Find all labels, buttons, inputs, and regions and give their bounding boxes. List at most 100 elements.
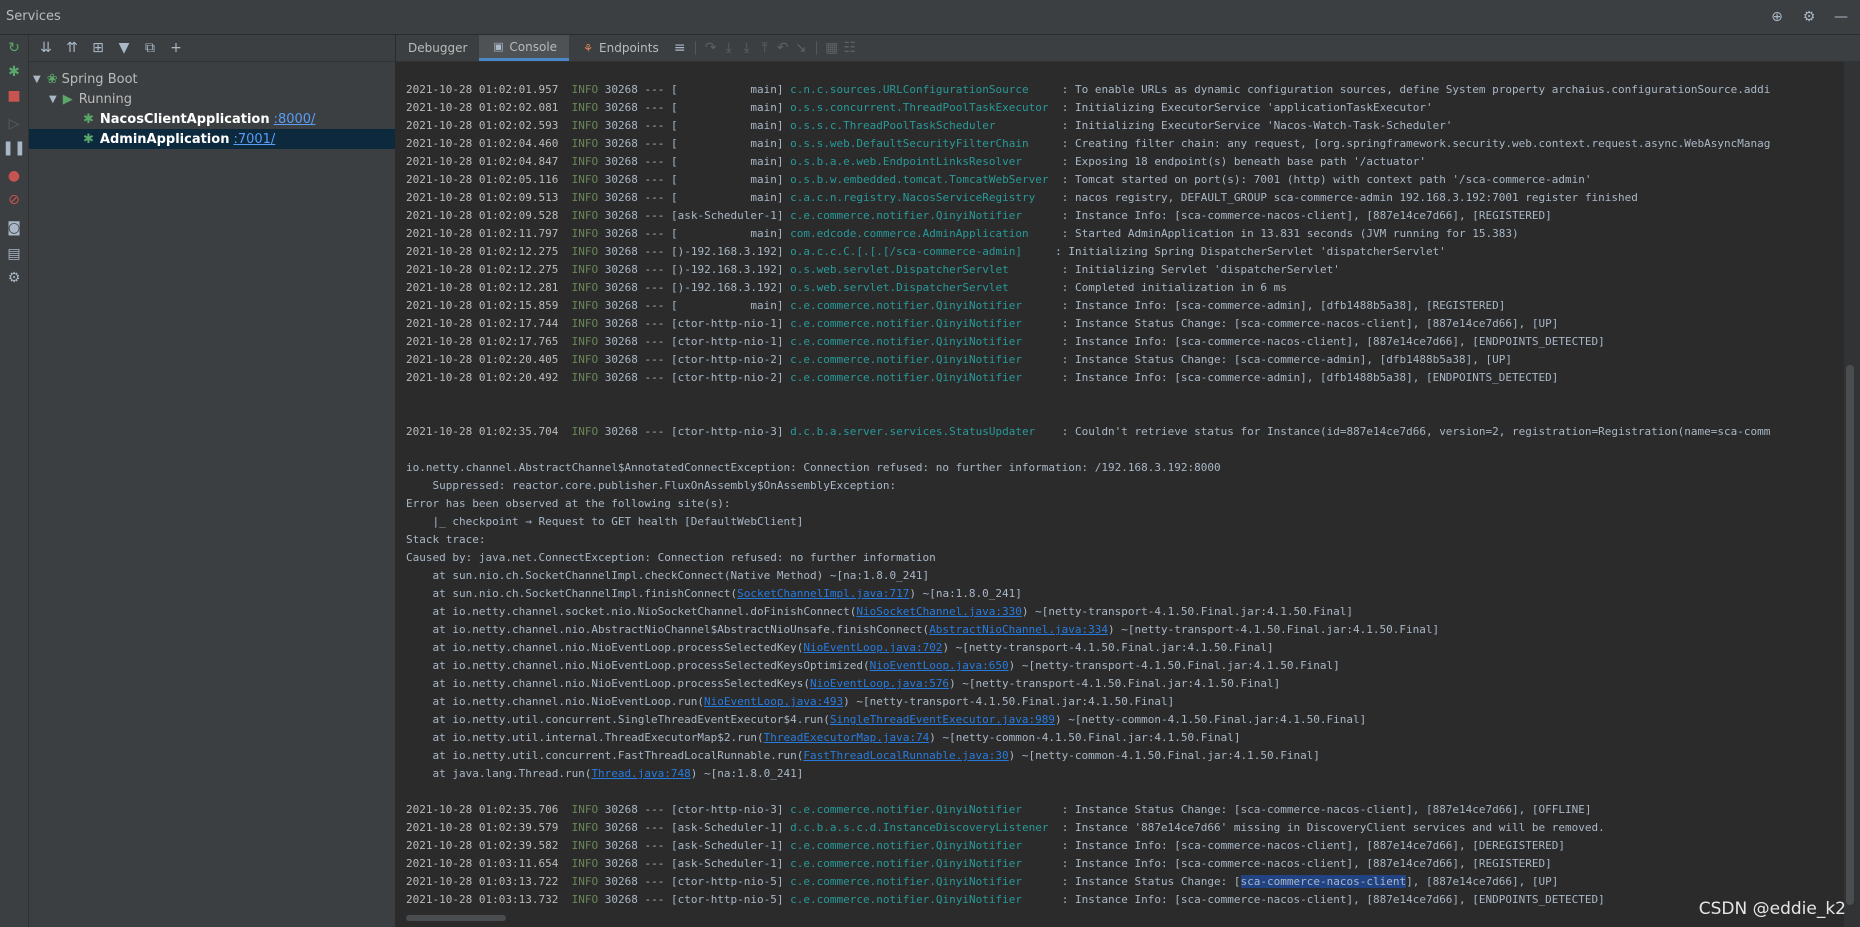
frame-text: ) ~[netty-common-4.1.50.Final.jar:4.1.50… [1008,749,1320,762]
log-thread: [ctor-http-nio-5] [670,875,784,888]
tree-node-running[interactable]: ▼ ▶ Running [49,89,132,109]
log-message: : Tomcat started on port(s): 7001 (http)… [1061,173,1592,186]
log-thread: [ask-Scheduler-1] [670,209,784,222]
log-pid: 30268 [604,299,638,312]
log-level: INFO [571,875,599,888]
log-message: : Instance Info: [sca-commerce-nacos-cli… [1061,209,1552,222]
stack-frame: at io.netty.channel.nio.AbstractNioChann… [406,621,1846,639]
debug-icon[interactable]: ✱ [5,63,23,81]
tree-node-nacos-client[interactable]: ✱ NacosClientApplication :8000/ [83,109,315,129]
log-line: 2021-10-28 01:02:02.081 INFO 30268 --- [… [406,101,1433,114]
source-link[interactable]: FastThreadLocalRunnable.java:30 [803,749,1008,762]
log-logger: c.e.commerce.notifier.QinyiNotifier [790,371,1056,384]
settings-icon[interactable]: ⚙ [5,269,23,287]
source-link[interactable]: NioEventLoop.java:576 [810,677,949,690]
source-link[interactable]: NioEventLoop.java:702 [803,641,942,654]
log-thread: [ main] [670,119,784,132]
pause-icon[interactable]: ❚❚ [2,139,25,157]
trace-line: Stack trace: [406,533,486,546]
log-logger: c.e.commerce.notifier.QinyiNotifier [790,209,1056,222]
log-thread: [ask-Scheduler-1] [670,857,784,870]
mute-breakpoints-icon[interactable]: ⊘ [5,191,23,209]
collapse-all-icon[interactable]: ⇈ [63,39,81,57]
expand-all-icon[interactable]: ⇊ [37,39,55,57]
group-icon[interactable]: ⊞ [89,39,107,57]
resume-icon[interactable]: ▷ [5,115,23,133]
step-over-icon[interactable]: ↷ [702,39,720,57]
log-line: 2021-10-28 01:02:39.582 INFO 30268 --- [… [406,839,1566,852]
app-port-link[interactable]: :7001/ [233,132,275,147]
source-link[interactable]: NioEventLoop.java:493 [704,695,843,708]
log-logger: d.c.b.a.s.c.d.InstanceDiscoveryListener [790,821,1056,834]
frame-text: at io.netty.channel.nio.AbstractNioChann… [406,623,930,636]
log-thread: [ctor-http-nio-1] [670,317,784,330]
log-line: 2021-10-28 01:03:11.654 INFO 30268 --- [… [406,857,1552,870]
app-port-link[interactable]: :8000/ [274,112,316,127]
breakpoints-icon[interactable]: ● [5,167,23,185]
source-link[interactable]: AbstractNioChannel.java:334 [929,623,1108,636]
filter-icon[interactable]: ▼ [115,39,133,57]
log-level: INFO [571,263,599,276]
rerun-icon[interactable]: ↻ [5,39,23,57]
log-pid: 30268 [604,227,638,240]
log-pid: 30268 [604,101,638,114]
log-logger: c.e.commerce.notifier.QinyiNotifier [790,299,1056,312]
tree-node-spring-boot[interactable]: ▼ ❀ Spring Boot [33,69,138,89]
log-logger: c.e.commerce.notifier.QinyiNotifier [790,317,1056,330]
frame-text: ) ~[na:1.8.0_241] [909,587,1022,600]
log-timestamp: 2021-10-28 01:03:11.654 [406,857,559,870]
log-level: INFO [571,245,599,258]
gear-icon[interactable]: ⚙ [1800,8,1818,26]
step-into-icon[interactable]: ⤓ [720,39,738,57]
log-thread: [ main] [670,299,784,312]
log-message: ], [887e14ce7d66], [UP] [1406,875,1559,888]
log-level: INFO [571,335,599,348]
tree-node-admin[interactable]: ✱ AdminApplication :7001/ [29,129,395,149]
log-timestamp: 2021-10-28 01:02:02.593 [406,119,559,132]
source-link[interactable]: SocketChannelImpl.java:717 [737,587,909,600]
source-link[interactable]: ThreadExecutorMap.java:74 [764,731,930,744]
chevron-down-icon: ▼ [49,93,57,105]
source-link[interactable]: NioEventLoop.java:650 [870,659,1009,672]
trace-icon[interactable]: ☷ [841,39,859,57]
log-logger: c.e.commerce.notifier.QinyiNotifier [790,875,1056,888]
log-logger: c.e.commerce.notifier.QinyiNotifier [790,353,1056,366]
camera-icon[interactable]: ◙ [5,219,23,237]
log-line: 2021-10-28 01:02:39.579 INFO 30268 --- [… [406,821,1605,834]
run-to-cursor-icon[interactable]: ↘ [792,39,810,57]
menu-icon[interactable]: ≡ [671,39,689,57]
source-link[interactable]: SingleThreadEventExecutor.java:989 [830,713,1055,726]
trace-line: Suppressed: reactor.core.publisher.FluxO… [406,479,897,492]
log-timestamp: 2021-10-28 01:02:12.275 [406,263,559,276]
evaluate-icon[interactable]: ▦ [823,39,841,57]
log-level: INFO [571,155,599,168]
layout-icon[interactable]: ▤ [5,245,23,263]
source-link[interactable]: Thread.java:748 [591,767,690,780]
tab-console[interactable]: ▣ Console [479,35,570,61]
console-output[interactable]: 2021-10-28 01:02:01.957 INFO 30268 --- [… [406,63,1846,913]
step-out-icon[interactable]: ⤒ [756,39,774,57]
force-step-into-icon[interactable]: ⤓ [738,39,756,57]
stop-icon[interactable]: ■ [5,87,23,105]
stack-frame: at io.netty.util.concurrent.SingleThread… [406,711,1846,729]
log-level: INFO [571,893,599,906]
globe-icon[interactable]: ⊕ [1768,8,1786,26]
trace-line: Caused by: java.net.ConnectException: Co… [406,551,936,564]
add-icon[interactable]: + [167,39,185,57]
selected-text: sca-commerce-nacos-client [1240,875,1407,888]
log-line: 2021-10-28 01:02:15.859 INFO 30268 --- [… [406,299,1506,312]
frame-text: at java.lang.Thread.run( [406,767,592,780]
log-message: : Couldn't retrieve status for Instance(… [1061,425,1771,438]
vertical-scrollbar[interactable] [1846,365,1854,905]
drop-frame-icon[interactable]: ↶ [774,39,792,57]
minimize-icon[interactable]: — [1832,8,1850,26]
log-level: INFO [571,317,599,330]
new-tab-icon[interactable]: ⧉ [141,39,159,57]
log-thread: [ main] [670,155,784,168]
log-pid: 30268 [604,353,638,366]
stack-frame: at io.netty.channel.nio.NioEventLoop.run… [406,693,1846,711]
tab-debugger[interactable]: Debugger [396,35,479,61]
tab-endpoints[interactable]: ⚘ Endpoints [569,35,671,61]
horizontal-scrollbar[interactable] [406,915,506,921]
source-link[interactable]: NioSocketChannel.java:330 [856,605,1022,618]
